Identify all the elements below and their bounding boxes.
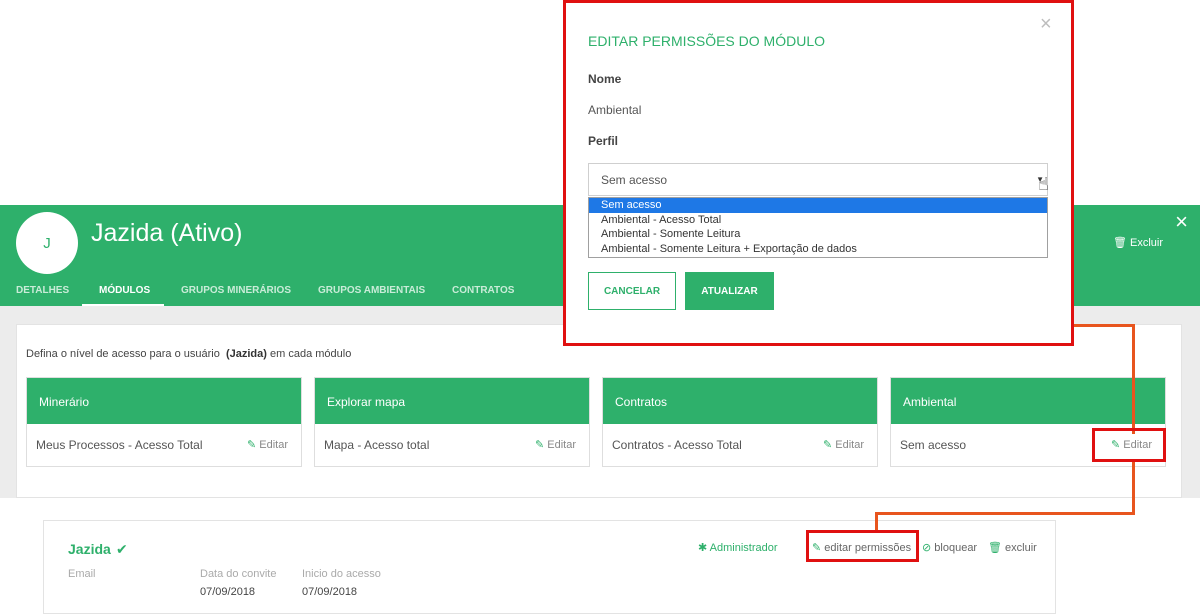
name-value: Ambiental [588,103,642,117]
delete-label: excluir [1005,542,1037,554]
connector-line [1132,460,1135,514]
tab-grupos-ambientais[interactable]: GRUPOS AMBIENTAIS [318,285,425,296]
connector-line [1132,324,1135,434]
connector-line [875,512,878,532]
delete-user-label: Excluir [1130,237,1164,249]
admin-role-label: Administrador [709,542,778,554]
profile-dropdown-list: Sem acesso Ambiental - Acesso Total Ambi… [588,197,1048,258]
user-name: Jazida [68,541,111,557]
check-icon: ✔ [116,541,128,557]
tab-detalhes[interactable]: DETALHES [16,285,69,296]
module-card-title: Ambiental [891,378,1165,424]
module-card-value: Contratos - Acesso Total [612,438,742,452]
edit-label: Editar [259,439,288,451]
access-start-label: Inicio do acesso [302,568,381,580]
close-icon[interactable]: × [1175,211,1188,233]
module-card-value: Sem acesso [900,438,967,452]
module-card-title: Explorar mapa [315,378,589,424]
edit-label: Editar [835,439,864,451]
highlight-box [1092,428,1166,462]
profile-select[interactable]: Sem acesso ▼ [588,163,1048,196]
block-label: bloquear [934,542,978,554]
dropdown-option[interactable]: Ambiental - Somente Leitura [589,227,1047,242]
email-label: Email [68,568,96,580]
edit-module-button[interactable]: ✎ Editar [535,438,576,451]
highlight-box [806,530,919,562]
module-card-title: Contratos [603,378,877,424]
intro-suffix: em cada módulo [266,348,352,360]
edit-module-button[interactable]: ✎ Editar [823,438,864,451]
invite-date-label: Data do convite [200,568,277,580]
tab-grupos-minerarios[interactable]: GRUPOS MINERÁRIOS [181,285,291,296]
trash-icon: 🗑 [1113,237,1127,249]
module-card-contratos: Contratos Contratos - Acesso Total ✎ Edi… [602,377,878,467]
update-button[interactable]: ATUALIZAR [685,272,774,310]
tab-modulos[interactable]: MÓDULOS [99,285,150,296]
name-label: Nome [588,72,622,86]
profile-label: Perfil [588,134,619,148]
block-user-button[interactable]: ⊘ bloquear [922,541,977,554]
dropdown-option[interactable]: Sem acesso [589,198,1047,213]
cancel-button[interactable]: CANCELAR [588,272,676,310]
dropdown-option[interactable]: Ambiental - Somente Leitura + Exportação… [589,242,1047,257]
pencil-icon: ✎ [246,439,257,451]
dropdown-option[interactable]: Ambiental - Acesso Total [589,213,1047,228]
module-card-value: Mapa - Acesso total [324,438,430,452]
trash-icon: 🗑 [988,542,1002,554]
avatar: J [16,212,78,274]
connector-line [875,512,1135,515]
pencil-icon: ✎ [534,439,545,451]
page-title: Jazida (Ativo) [91,219,243,247]
invite-date-value: 07/09/2018 [200,586,256,598]
edit-label: Editar [547,439,576,451]
connector-line [1073,324,1135,327]
module-card-minerario: Minerário Meus Processos - Acesso Total … [26,377,302,467]
intro-user: (Jazida) [225,348,267,360]
profile-select-value: Sem acesso [601,173,668,187]
module-card-title: Minerário [27,378,301,424]
module-card-explorar-mapa: Explorar mapa Mapa - Acesso total ✎ Edit… [314,377,590,467]
asterisk-icon: ✱ [698,542,708,554]
hand-cursor-icon: ☝ [1038,174,1049,194]
intro-prefix: Defina o nível de acesso para o usuário [26,348,223,360]
access-start-value: 07/09/2018 [302,586,358,598]
block-icon: ⊘ [922,542,932,554]
tab-contratos[interactable]: CONTRATOS [452,285,514,296]
modules-intro-text: Defina o nível de acesso para o usuário … [26,348,351,360]
pencil-icon: ✎ [822,439,833,451]
edit-module-button[interactable]: ✎ Editar [247,438,288,451]
delete-user-link[interactable]: 🗑 excluir [988,541,1037,554]
module-card-value: Meus Processos - Acesso Total [36,438,203,452]
modal-title: EDITAR PERMISSÕES DO MÓDULO [588,33,825,49]
close-icon[interactable]: × [1040,14,1052,34]
delete-user-button[interactable]: 🗑 Excluir [1113,236,1163,249]
admin-role-badge: ✱ Administrador [698,541,778,554]
